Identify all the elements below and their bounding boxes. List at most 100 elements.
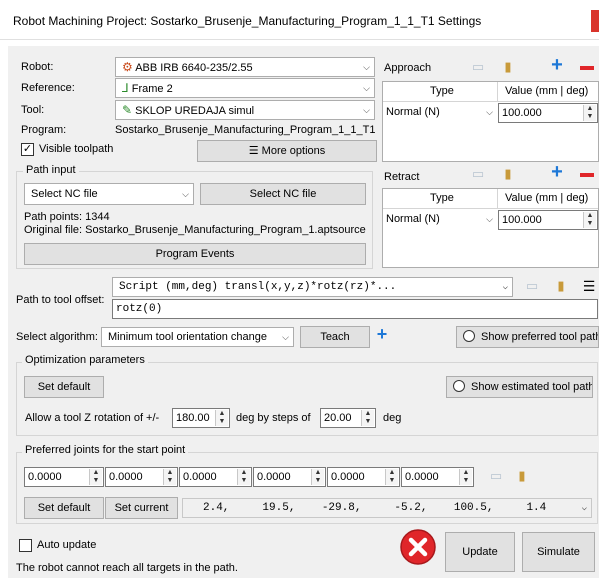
rotation-middle: deg by steps of [236, 412, 311, 424]
add-retract-icon[interactable]: + [546, 162, 568, 184]
approach-col-type: Type [430, 85, 454, 97]
retract-col-value: Value (mm | deg) [505, 192, 589, 204]
add-approach-icon[interactable]: + [546, 55, 568, 77]
copy-icon[interactable]: ▭ [521, 276, 543, 298]
spin-arrows-icon[interactable]: ▲ ▼ [215, 410, 228, 426]
joint-4-value: 0.0000 [257, 471, 291, 483]
paste-icon[interactable]: ▮ [550, 276, 572, 298]
robot-select[interactable]: ⚙ ABB IRB 6640-235/2.55 ⌵ [115, 57, 375, 77]
show-estimated-path-toggle[interactable]: Show estimated tool path [446, 376, 593, 398]
joint-4-input[interactable]: 0.0000 ▲ ▼ [253, 467, 326, 487]
offset-label: Path to tool offset: [16, 294, 105, 306]
offset-script-value: Script (mm,deg) transl(x,y,z)*rotz(rz)*.… [119, 281, 397, 293]
spin-arrows-icon[interactable]: ▲ ▼ [163, 469, 176, 485]
reference-value: Frame 2 [131, 83, 173, 95]
close-button[interactable] [591, 10, 599, 32]
more-options-button[interactable]: ☰ More options [197, 140, 377, 162]
joint-1-input[interactable]: 0.0000 ▲ ▼ [24, 467, 104, 487]
show-preferred-label: Show preferred tool path [481, 331, 599, 343]
paste-icon[interactable]: ▮ [511, 466, 533, 488]
tool-value: SKLOP UREDAJA simul [135, 105, 255, 117]
approach-type-select[interactable]: Normal (N) ⌵ [383, 103, 497, 123]
copy-icon[interactable]: ▭ [485, 466, 507, 488]
visible-toolpath-checkbox[interactable]: ✓ [21, 143, 34, 156]
paste-icon[interactable]: ▮ [497, 164, 519, 186]
spin-arrows-icon[interactable]: ▲ ▼ [237, 469, 250, 485]
retract-label: Retract [384, 171, 420, 183]
tool-icon: ✎ [122, 103, 133, 117]
simulate-button[interactable]: Simulate [522, 532, 595, 572]
auto-update-label: Auto update [37, 539, 97, 551]
joint-2-input[interactable]: 0.0000 ▲ ▼ [105, 467, 178, 487]
rotation-value: 180.00 [176, 412, 210, 424]
approach-value-input[interactable]: 100.000 ▲ ▼ [498, 103, 598, 123]
offset-menu-icon[interactable]: ☰ [578, 276, 599, 298]
spin-arrows-icon[interactable]: ▲ ▼ [311, 469, 324, 485]
teach-button[interactable]: Teach [300, 326, 370, 348]
frame-icon: ⅃ [122, 81, 129, 95]
retract-table-header: Type Value (mm | deg) [383, 189, 598, 209]
algorithm-value: Minimum tool orientation change [108, 331, 267, 343]
path-points-text: Path points: 1344 [24, 211, 110, 223]
rotation-input[interactable]: 180.00 ▲ ▼ [172, 408, 230, 428]
optimization-title: Optimization parameters [22, 354, 148, 366]
chevron-down-icon: ⌵ [486, 214, 493, 224]
set-current-joints-button[interactable]: Set current [105, 497, 178, 519]
tool-select[interactable]: ✎ SKLOP UREDAJA simul ⌵ [115, 100, 375, 120]
select-nc-file-button[interactable]: Select NC file [200, 183, 366, 205]
paste-icon[interactable]: ▮ [497, 57, 519, 79]
nc-file-select-value: Select NC file [31, 188, 98, 200]
offset-script-select[interactable]: Script (mm,deg) transl(x,y,z)*rotz(rz)*.… [112, 277, 513, 297]
remove-retract-icon[interactable] [580, 173, 594, 177]
spin-arrows-icon[interactable]: ▲ ▼ [89, 469, 102, 485]
radio-icon [453, 380, 465, 392]
auto-update-checkbox[interactable] [19, 539, 32, 552]
retract-value-input[interactable]: 100.000 ▲ ▼ [498, 210, 598, 230]
approach-table-header: Type Value (mm | deg) [383, 82, 598, 102]
chevron-down-icon: ⌵ [502, 282, 508, 292]
radio-icon [463, 330, 475, 342]
copy-icon[interactable]: ▭ [467, 57, 489, 79]
approach-col-value: Value (mm | deg) [505, 85, 589, 97]
spin-arrows-icon[interactable]: ▲ ▼ [459, 469, 472, 485]
joint-3-input[interactable]: 0.0000 ▲ ▼ [179, 467, 252, 487]
original-file-text: Original file: Sostarko_Brusenje_Manufac… [24, 224, 366, 236]
title-bar: Robot Machining Project: Sostarko_Brusen… [0, 0, 599, 40]
chevron-down-icon: ⌵ [363, 83, 370, 93]
joint-5-input[interactable]: 0.0000 ▲ ▼ [327, 467, 400, 487]
spin-arrows-icon[interactable]: ▲ ▼ [361, 410, 374, 426]
show-preferred-path-toggle[interactable]: Show preferred tool path [456, 326, 599, 348]
status-message: The robot cannot reach all targets in th… [16, 562, 238, 574]
settings-panel: Robot: ⚙ ABB IRB 6640-235/2.55 ⌵ Referen… [8, 46, 599, 578]
joint-2-value: 0.0000 [109, 471, 143, 483]
reference-select[interactable]: ⅃ Frame 2 ⌵ [115, 78, 375, 98]
offset-value-input[interactable]: rotz(0) [112, 299, 598, 319]
error-x-icon [399, 528, 437, 566]
retract-col-type: Type [430, 192, 454, 204]
hamburger-icon: ☰ [248, 145, 259, 157]
joint-6-input[interactable]: 0.0000 ▲ ▼ [401, 467, 474, 487]
current-joints-value: 2.4, 19.5, -29.8, -5.2, 100.5, 1.4 [203, 502, 547, 514]
joint-3-value: 0.0000 [183, 471, 217, 483]
copy-icon[interactable]: ▭ [467, 164, 489, 186]
set-default-optimization-button[interactable]: Set default [24, 376, 104, 398]
chevron-down-icon: ⌵ [363, 62, 370, 72]
nc-file-select[interactable]: Select NC file ⌵ [24, 183, 194, 205]
more-options-label: More options [261, 145, 326, 157]
update-button[interactable]: Update [445, 532, 515, 572]
step-value: 20.00 [324, 412, 352, 424]
add-algorithm-icon[interactable]: + [371, 324, 393, 346]
remove-approach-icon[interactable] [580, 66, 594, 70]
joint-6-value: 0.0000 [405, 471, 439, 483]
step-input[interactable]: 20.00 ▲ ▼ [320, 408, 376, 428]
reference-label: Reference: [21, 82, 75, 94]
spin-arrows-icon[interactable]: ▲ ▼ [583, 212, 596, 228]
current-joints-select[interactable]: 2.4, 19.5, -29.8, -5.2, 100.5, 1.4 ⌵ [182, 498, 592, 518]
algorithm-select[interactable]: Minimum tool orientation change ⌵ [101, 327, 294, 347]
retract-table: Type Value (mm | deg) Normal (N) ⌵ 100.0… [382, 188, 599, 268]
program-events-button[interactable]: Program Events [24, 243, 366, 265]
set-default-joints-button[interactable]: Set default [24, 497, 104, 519]
retract-type-select[interactable]: Normal (N) ⌵ [383, 210, 497, 230]
spin-arrows-icon[interactable]: ▲ ▼ [385, 469, 398, 485]
spin-arrows-icon[interactable]: ▲ ▼ [583, 105, 596, 121]
